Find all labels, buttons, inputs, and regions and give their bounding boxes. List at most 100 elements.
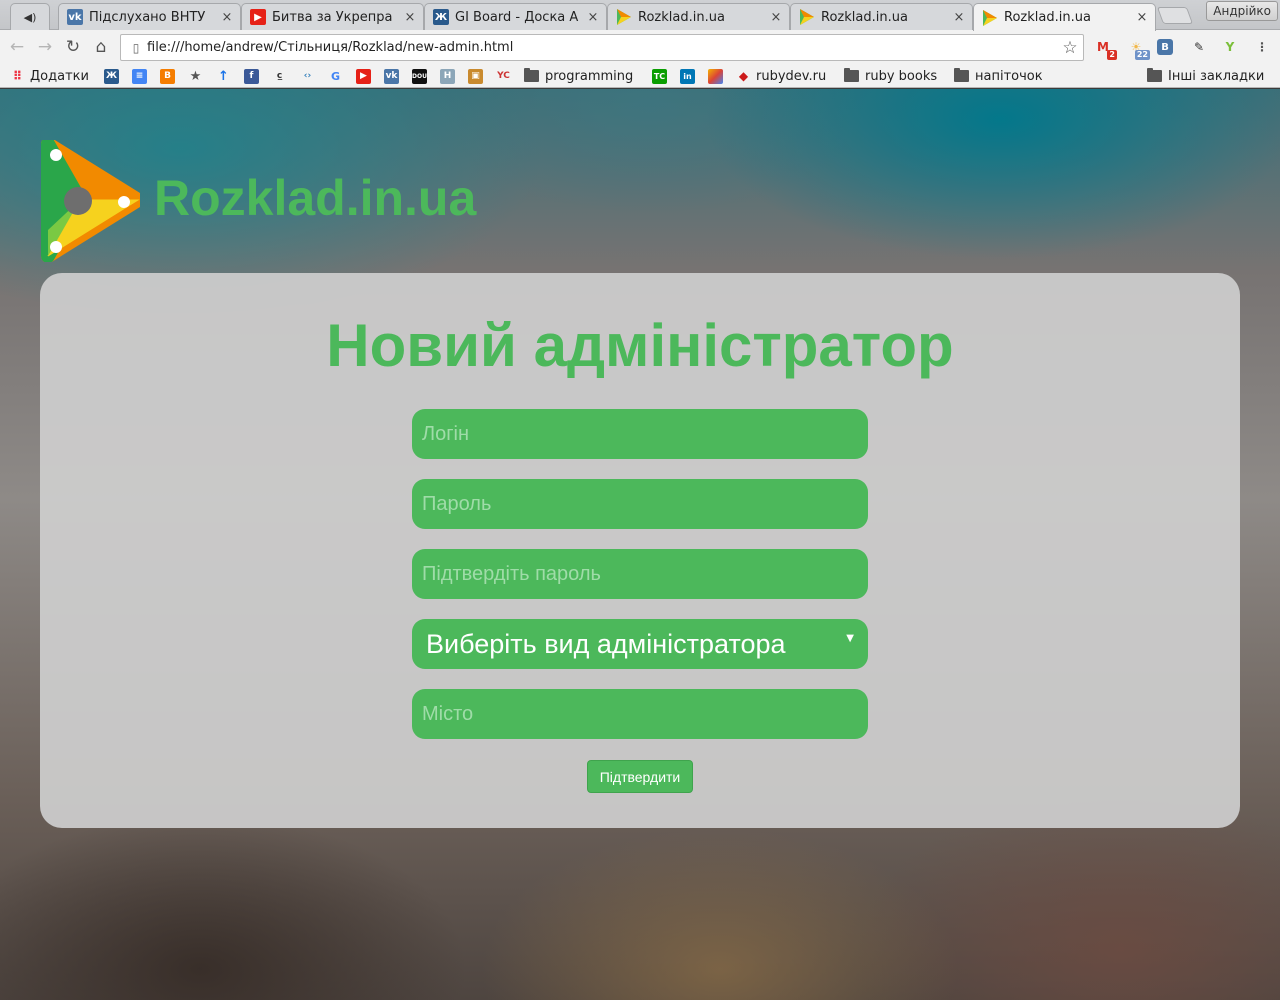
brand-name[interactable]: Rozklad.in.ua xyxy=(154,169,476,227)
bookmark-rubydev[interactable]: ◆ rubydev.ru xyxy=(736,67,826,85)
bookmark-techcrunch[interactable]: TC xyxy=(652,67,672,85)
tab-title: Підслухано ВНТУ xyxy=(89,9,206,25)
confirm-password-input[interactable] xyxy=(412,549,868,599)
tab-title: Rozklad.in.ua xyxy=(1004,10,1091,25)
bookmark-colorful[interactable] xyxy=(708,67,728,85)
new-tab-button[interactable] xyxy=(1156,7,1194,24)
page-title: Новий адміністратор xyxy=(326,312,954,379)
page-icon: ▯ xyxy=(132,40,140,55)
youtube-icon: ▶ xyxy=(356,68,371,84)
bookmark-label: напіточок xyxy=(975,68,1043,84)
weather-badge: 22 xyxy=(1134,50,1150,60)
box-icon: ▣ xyxy=(468,68,483,84)
browser-toolbar: ← → ↻ ⌂ ▯ file:///home/andrew/Стільниця/… xyxy=(0,30,1280,64)
city-input[interactable] xyxy=(412,689,868,739)
tab-title: Rozklad.in.ua xyxy=(638,9,725,25)
bookmark-google[interactable]: G xyxy=(328,67,348,85)
bookmark-habr[interactable]: H xyxy=(440,67,460,85)
weather-icon[interactable]: ☀ 22 xyxy=(1126,37,1150,60)
bookmark-box[interactable]: ▣ xyxy=(468,67,488,85)
tab-close-icon[interactable]: × xyxy=(769,10,783,25)
tab-close-icon[interactable]: × xyxy=(586,10,600,25)
bookmark-label: rubydev.ru xyxy=(756,68,827,84)
yc-icon: YC xyxy=(497,71,510,81)
tab-title: Rozklad.in.ua xyxy=(821,9,908,25)
browser-tab[interactable]: Ж GI Board - Доска А × xyxy=(424,3,607,30)
browser-tab-active[interactable]: Rozklad.in.ua × xyxy=(973,3,1156,31)
login-input[interactable] xyxy=(412,409,868,459)
bookmark-label: Інші закладки xyxy=(1168,68,1265,84)
forward-arrow-icon[interactable]: → xyxy=(34,36,56,58)
apps-grid-icon: ⠿ xyxy=(12,69,23,83)
tab-close-icon[interactable]: × xyxy=(403,10,417,25)
gi-icon: Ж xyxy=(104,68,119,84)
bookmark-blogger[interactable]: B xyxy=(160,67,180,85)
rozklad-icon xyxy=(799,9,815,25)
bookmark-dou[interactable]: DOU xyxy=(412,67,432,85)
docs-icon: ≡ xyxy=(132,68,147,84)
bookmark-label: programming xyxy=(545,68,634,84)
bookmark-docs[interactable]: ≡ xyxy=(132,67,152,85)
rozklad-icon xyxy=(616,9,632,25)
c-icon: c̲ xyxy=(276,71,283,81)
tab-title: Битва за Укрепра xyxy=(272,9,393,25)
bookmark-yc[interactable]: YC xyxy=(496,67,516,85)
url-text[interactable]: file:///home/andrew/Стільниця/Rozklad/ne… xyxy=(147,40,1057,55)
folder-icon xyxy=(844,68,859,82)
google-icon: G xyxy=(330,69,341,83)
code-brackets-icon: ‹› xyxy=(303,71,312,81)
blogger-icon: B xyxy=(160,68,175,84)
bookmark-folder-other[interactable]: Інші закладки xyxy=(1147,67,1264,85)
bookmark-star-icon[interactable]: ☆ xyxy=(1057,38,1083,58)
menu-icon[interactable]: ⋮ xyxy=(1252,37,1272,57)
up-arrow-icon: ↑ xyxy=(218,68,229,84)
gi-icon: Ж xyxy=(433,9,449,25)
bookmark-folder-rubybooks[interactable]: ruby books xyxy=(844,67,937,85)
browser-tab[interactable]: ▶ Битва за Укрепра × xyxy=(241,3,424,30)
browser-tab[interactable]: Rozklad.in.ua × xyxy=(790,3,973,30)
address-bar[interactable]: ▯ file:///home/andrew/Стільниця/Rozklad/… xyxy=(120,34,1084,61)
back-arrow-icon[interactable]: ← xyxy=(6,36,28,58)
profile-button[interactable]: Андрійко xyxy=(1206,1,1278,21)
submit-button[interactable]: Підтвердити xyxy=(587,760,693,793)
eyedropper-icon[interactable]: ✎ xyxy=(1189,37,1209,57)
audio-tab[interactable]: ◀) xyxy=(10,3,50,30)
vk-icon[interactable]: B xyxy=(1157,39,1173,55)
bookmark-star[interactable]: ★ xyxy=(188,67,208,85)
tab-close-icon[interactable]: × xyxy=(220,10,234,25)
bookmark-gi[interactable]: Ж xyxy=(104,67,124,85)
bookmark-upload[interactable]: ↑ xyxy=(216,67,236,85)
browser-tab-strip: ◀) vk Підслухано ВНТУ × ▶ Битва за Укреп… xyxy=(0,0,1280,31)
gmail-icon[interactable]: M 2 xyxy=(1093,37,1117,60)
tab-close-icon[interactable]: × xyxy=(952,10,966,25)
bookmark-label: ruby books xyxy=(865,68,938,84)
bookmark-folder-napitochok[interactable]: напіточок xyxy=(954,67,1043,85)
bookmark-vk[interactable]: vk xyxy=(384,67,404,85)
bookmark-apps[interactable]: ⠿ Додатки xyxy=(10,67,89,85)
browser-tab[interactable]: vk Підслухано ВНТУ × xyxy=(58,3,241,30)
bookmark-youtube[interactable]: ▶ xyxy=(356,67,376,85)
star-icon: ★ xyxy=(189,68,202,84)
home-icon[interactable]: ⌂ xyxy=(90,36,112,58)
bookmark-linkedin[interactable]: in xyxy=(680,67,700,85)
bookmark-folder-programming[interactable]: programming xyxy=(524,67,633,85)
bookmark-facebook[interactable]: f xyxy=(244,67,264,85)
folder-icon xyxy=(1147,68,1162,82)
admin-type-select[interactable]: Виберіть вид адміністратора ▼ xyxy=(412,619,868,669)
colorful-icon xyxy=(708,68,723,84)
bookmark-code[interactable]: ‹› xyxy=(300,67,320,85)
facebook-icon: f xyxy=(244,68,259,84)
techcrunch-icon: TC xyxy=(652,68,667,84)
tab-close-icon[interactable]: × xyxy=(1135,10,1149,25)
youtube-icon: ▶ xyxy=(250,9,266,25)
reload-icon[interactable]: ↻ xyxy=(62,36,84,58)
tab-title: GI Board - Доска А xyxy=(455,9,579,25)
new-admin-form-panel: Новий адміністратор Виберіть вид адмініс… xyxy=(40,273,1240,828)
password-input[interactable] xyxy=(412,479,868,529)
sprout-icon[interactable]: Y xyxy=(1220,37,1240,57)
linkedin-icon: in xyxy=(680,68,695,84)
gmail-badge: 2 xyxy=(1107,50,1117,60)
bookmark-codeschool[interactable]: c̲ xyxy=(272,67,292,85)
vk-icon: vk xyxy=(384,68,399,84)
browser-tab[interactable]: Rozklad.in.ua × xyxy=(607,3,790,30)
